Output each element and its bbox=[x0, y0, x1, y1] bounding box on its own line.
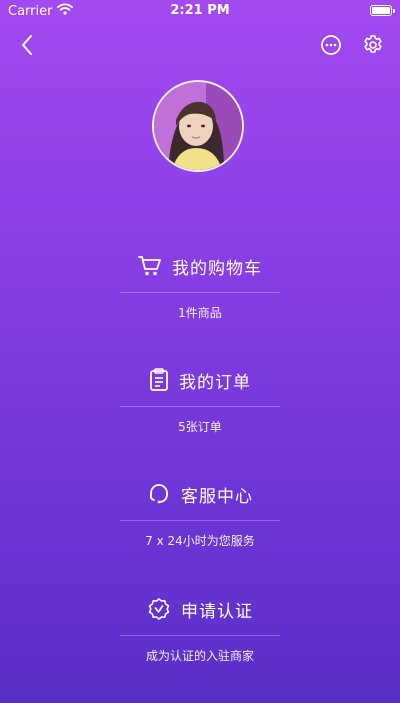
back-button[interactable] bbox=[14, 32, 40, 58]
certify-divider bbox=[120, 635, 280, 636]
gear-icon bbox=[364, 35, 382, 53]
shopping-cart-icon bbox=[138, 256, 161, 276]
status-time: 2:21 PM bbox=[170, 3, 230, 18]
orders-subtitle: 5张订单 bbox=[178, 420, 222, 434]
service-subtitle: 7 x 24小时为您服务 bbox=[145, 534, 255, 548]
battery-fill bbox=[372, 7, 390, 14]
cart-title[interactable]: 我的购物车 bbox=[0, 252, 400, 280]
cart-divider bbox=[120, 292, 280, 293]
service-divider bbox=[120, 520, 280, 521]
certify-label: 申请认证 bbox=[181, 601, 253, 622]
message-button[interactable] bbox=[318, 32, 344, 58]
cart-label: 我的购物车 bbox=[172, 258, 262, 279]
service-title[interactable]: 客服中心 bbox=[0, 480, 400, 508]
orders-divider bbox=[120, 406, 280, 407]
service-label: 客服中心 bbox=[181, 486, 253, 507]
battery-icon bbox=[370, 5, 395, 16]
certify-title[interactable]: 申请认证 bbox=[0, 595, 400, 623]
avatar[interactable] bbox=[152, 80, 244, 172]
orders-label: 我的订单 bbox=[179, 372, 251, 393]
headset-icon bbox=[149, 484, 168, 504]
clipboard-icon bbox=[150, 368, 168, 391]
user-avatar-photo bbox=[154, 82, 242, 170]
certify-subtitle: 成为认证的入驻商家 bbox=[145, 649, 254, 663]
chat-bubble-icon bbox=[321, 35, 341, 55]
chevron-left-icon bbox=[22, 35, 32, 55]
status-bar: Carrier 2:21 PM bbox=[0, 0, 400, 22]
cart-subtitle: 1件商品 bbox=[178, 306, 222, 320]
verified-badge-icon bbox=[148, 598, 170, 620]
orders-title[interactable]: 我的订单 bbox=[0, 366, 400, 394]
settings-button[interactable] bbox=[360, 32, 386, 58]
